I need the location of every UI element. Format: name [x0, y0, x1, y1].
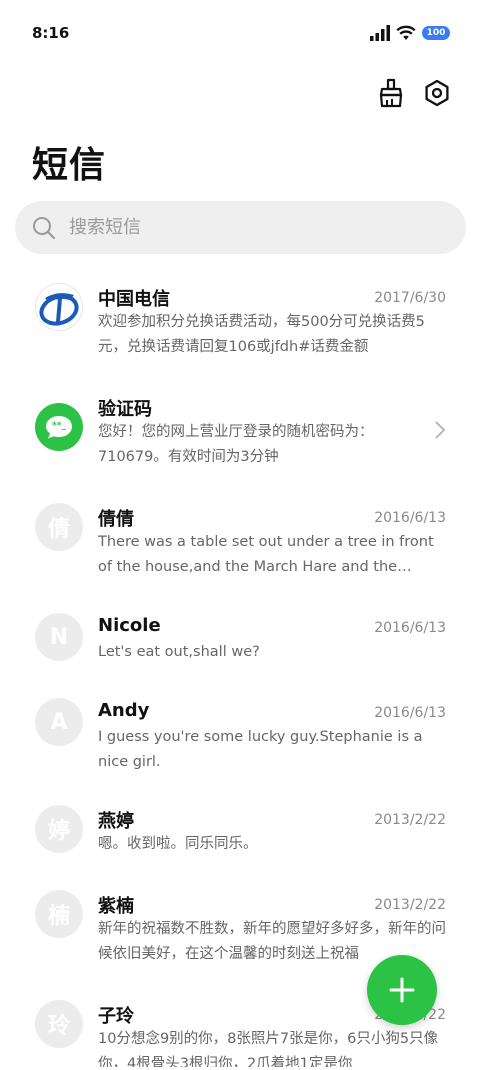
message-preview: 欢迎参加积分兑换话费活动，每500分可兑换话费5元，兑换话费请回复106或jfd…: [98, 314, 425, 355]
message-preview: Let's eat out,shall we?: [98, 644, 260, 660]
status-bar: 8:16 100: [0, 0, 480, 64]
broom-icon: [379, 78, 403, 108]
avatar: N: [35, 613, 83, 661]
battery-indicator: 100: [422, 26, 450, 40]
contact-name: Andy: [98, 700, 150, 721]
clean-button[interactable]: [376, 78, 406, 108]
message-date: 2016/6/13: [374, 510, 446, 526]
avatar: 婷: [35, 805, 83, 853]
contact-name: 子玲: [98, 1006, 134, 1027]
avatar: [35, 283, 83, 331]
message-date: 2013/2/22: [374, 812, 446, 828]
message-date: 2017/6/30: [374, 290, 446, 306]
message-preview: I guess you're some lucky guy.Stephanie …: [98, 729, 423, 770]
contact-name: 中国电信: [98, 289, 170, 310]
search-bar[interactable]: [15, 201, 466, 254]
avatar: **_: [35, 403, 83, 451]
message-date: 2016/6/13: [374, 620, 446, 636]
search-icon: [33, 216, 56, 239]
chevron-right-icon: [435, 421, 446, 439]
top-actions: [376, 78, 452, 108]
contact-name: 验证码: [98, 399, 152, 420]
page-title: 短信: [32, 145, 107, 186]
message-preview: 您好！您的网上营业厅登录的随机密码为：710679。有效时间为3分钟: [98, 424, 374, 465]
message-date: 2016/6/13: [374, 705, 446, 721]
settings-button[interactable]: [422, 78, 452, 108]
message-date: 2013/2/22: [374, 897, 446, 913]
contact-name: 燕婷: [98, 811, 134, 832]
plus-icon: [389, 977, 415, 1003]
message-preview: 嗯。收到啦。同乐同乐。: [98, 836, 258, 852]
avatar: 玲: [35, 1000, 83, 1048]
conversation-row[interactable]: A Andy 2016/6/13 I guess you're some luc…: [0, 685, 480, 785]
status-time: 8:16: [32, 24, 70, 42]
conversation-row[interactable]: 倩 倩倩 2016/6/13 There was a table set out…: [0, 490, 480, 590]
gear-icon: [425, 79, 449, 107]
avatar: 倩: [35, 503, 83, 551]
message-preview: 10分想念9别的你，8张照片7张是你，6只小狗5只像你，4根骨头3根归你，2爪着…: [98, 1031, 439, 1067]
wifi-icon: [396, 25, 416, 40]
avatar: A: [35, 698, 83, 746]
avatar-text: **_: [52, 421, 66, 431]
contact-name: Nicole: [98, 615, 161, 636]
avatar: 楠: [35, 890, 83, 938]
contact-name: 紫楠: [98, 896, 134, 917]
search-input[interactable]: [67, 216, 431, 239]
china-telecom-logo-icon: [39, 293, 79, 326]
signal-icon: [370, 25, 390, 41]
conversation-row[interactable]: N Nicole 2016/6/13 Let's eat out,shall w…: [0, 600, 480, 680]
compose-button[interactable]: [367, 955, 437, 1025]
conversation-row[interactable]: 婷 燕婷 2013/2/22 嗯。收到啦。同乐同乐。: [0, 795, 480, 875]
battery-level: 100: [426, 28, 446, 38]
contact-name: 倩倩: [98, 509, 134, 530]
message-preview: There was a table set out under a tree i…: [98, 534, 434, 575]
status-icons: 100: [370, 22, 450, 44]
conversation-row[interactable]: **_ 验证码 您好！您的网上营业厅登录的随机密码为：710679。有效时间为3…: [0, 380, 480, 480]
conversation-row[interactable]: 中国电信 2017/6/30 欢迎参加积分兑换话费活动，每500分可兑换话费5元…: [0, 270, 480, 370]
